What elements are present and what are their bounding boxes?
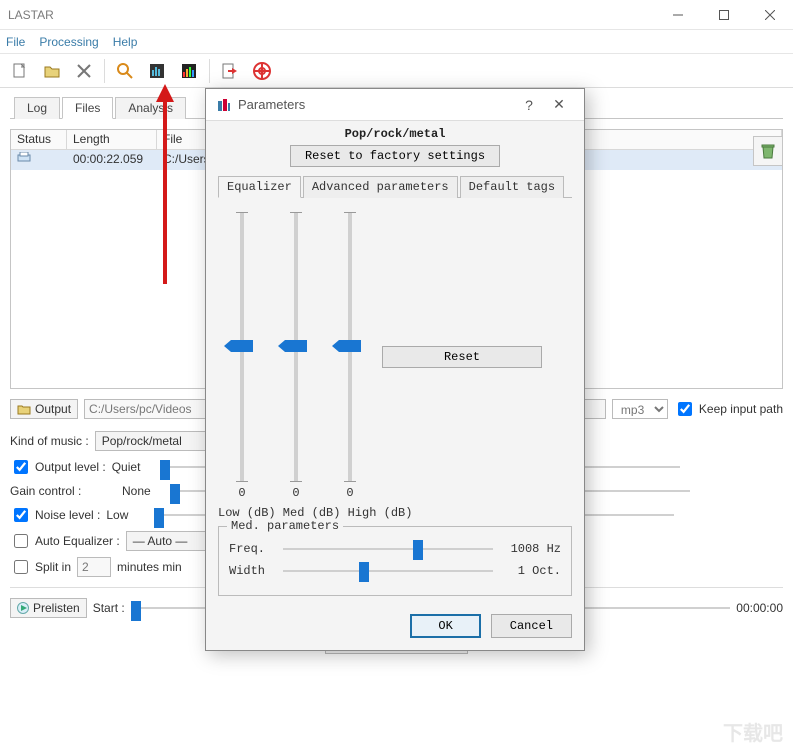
- gain-value: None: [122, 484, 164, 498]
- split-unit: minutes min: [117, 560, 182, 574]
- output-level-value: Quiet: [112, 460, 154, 474]
- dialog-tabs: Equalizer Advanced parameters Default ta…: [218, 175, 572, 198]
- help-icon[interactable]: [248, 57, 276, 85]
- eq-low-slider[interactable]: 0: [220, 206, 264, 500]
- width-slider[interactable]: [283, 563, 493, 579]
- tab-default-tags[interactable]: Default tags: [460, 176, 564, 198]
- equalizer-panel: 0 0 0 Reset: [218, 198, 572, 504]
- tab-log[interactable]: Log: [14, 97, 60, 119]
- folder-icon: [17, 403, 31, 415]
- split-check[interactable]: Split in: [10, 557, 71, 577]
- width-value: 1 Oct.: [501, 564, 561, 578]
- search-icon[interactable]: [111, 57, 139, 85]
- output-level-check[interactable]: Output level :: [10, 457, 106, 477]
- output-label: Output: [35, 402, 71, 416]
- eq-med-value: 0: [292, 486, 299, 500]
- freq-label: Freq.: [229, 542, 275, 556]
- gain-label: Gain control :: [10, 484, 116, 498]
- col-status[interactable]: Status: [11, 130, 67, 149]
- dialog-titlebar[interactable]: Parameters ? ✕: [206, 89, 584, 121]
- close-button[interactable]: [747, 0, 793, 30]
- dialog-footer: OK Cancel: [206, 604, 584, 650]
- prelisten-time: 00:00:00: [736, 601, 783, 615]
- delete-icon[interactable]: [70, 57, 98, 85]
- dialog-title: Parameters: [238, 97, 305, 112]
- menu-help[interactable]: Help: [113, 35, 138, 49]
- tab-files[interactable]: Files: [62, 97, 113, 119]
- equalizer-icon[interactable]: [175, 57, 203, 85]
- split-value[interactable]: [77, 557, 111, 577]
- noise-value: Low: [106, 508, 148, 522]
- title-bar: LASTAR: [0, 0, 793, 30]
- menu-file[interactable]: File: [6, 35, 25, 49]
- med-legend: Med. parameters: [227, 519, 343, 533]
- cancel-button[interactable]: Cancel: [491, 614, 572, 638]
- dialog-close-button[interactable]: ✕: [544, 96, 574, 113]
- printer-icon: [17, 152, 31, 164]
- cell-status: [11, 150, 67, 170]
- auto-eq-check[interactable]: Auto Equalizer :: [10, 531, 120, 551]
- parameters-dialog: Parameters ? ✕ Pop/rock/metal Reset to f…: [205, 88, 585, 651]
- prelisten-button[interactable]: Prelisten: [10, 598, 87, 618]
- col-length[interactable]: Length: [67, 130, 157, 149]
- tab-analysis[interactable]: Analysis: [115, 97, 186, 119]
- eq-low-value: 0: [238, 486, 245, 500]
- reset-factory-button[interactable]: Reset to factory settings: [290, 145, 500, 167]
- auto-eq-select[interactable]: — Auto —: [126, 531, 206, 551]
- freq-value: 1008 Hz: [501, 542, 561, 556]
- menu-processing[interactable]: Processing: [39, 35, 98, 49]
- kind-label: Kind of music :: [10, 434, 89, 448]
- eq-labels: Low (dB) Med (dB) High (dB): [218, 506, 572, 520]
- keep-input-path[interactable]: Keep input path: [674, 399, 783, 419]
- waveform-icon[interactable]: [143, 57, 171, 85]
- import-icon[interactable]: [216, 57, 244, 85]
- prelisten-start-label: Start :: [93, 601, 125, 615]
- ok-button[interactable]: OK: [410, 614, 480, 638]
- cell-length: 00:00:22.059: [67, 150, 157, 170]
- noise-check[interactable]: Noise level :: [10, 505, 100, 525]
- tab-advanced[interactable]: Advanced parameters: [303, 176, 458, 198]
- width-label: Width: [229, 564, 275, 578]
- open-folder-icon[interactable]: [38, 57, 66, 85]
- maximize-button[interactable]: [701, 0, 747, 30]
- eq-med-slider[interactable]: 0: [274, 206, 318, 500]
- new-file-icon[interactable]: [6, 57, 34, 85]
- med-parameters-group: Med. parameters Freq. 1008 Hz Width 1 Oc…: [218, 526, 572, 596]
- eq-reset-button[interactable]: Reset: [382, 346, 542, 368]
- freq-slider[interactable]: [283, 541, 493, 557]
- toolbar: [0, 54, 793, 88]
- keep-input-checkbox[interactable]: [678, 402, 692, 416]
- menu-bar: File Processing Help: [0, 30, 793, 54]
- toolbar-separator: [209, 59, 210, 83]
- app-title: LASTAR: [8, 8, 54, 22]
- eq-high-slider[interactable]: 0: [328, 206, 372, 500]
- output-button[interactable]: Output: [10, 399, 78, 419]
- tab-equalizer[interactable]: Equalizer: [218, 176, 301, 198]
- minimize-button[interactable]: [655, 0, 701, 30]
- watermark: 下载吧: [723, 717, 783, 746]
- play-icon: [17, 602, 29, 614]
- preset-name: Pop/rock/metal: [218, 127, 572, 141]
- format-select[interactable]: mp3: [612, 399, 668, 419]
- dialog-help-button[interactable]: ?: [514, 97, 544, 113]
- toolbar-separator: [104, 59, 105, 83]
- eq-high-value: 0: [346, 486, 353, 500]
- clear-list-button[interactable]: [753, 136, 783, 166]
- dialog-icon: [216, 97, 232, 113]
